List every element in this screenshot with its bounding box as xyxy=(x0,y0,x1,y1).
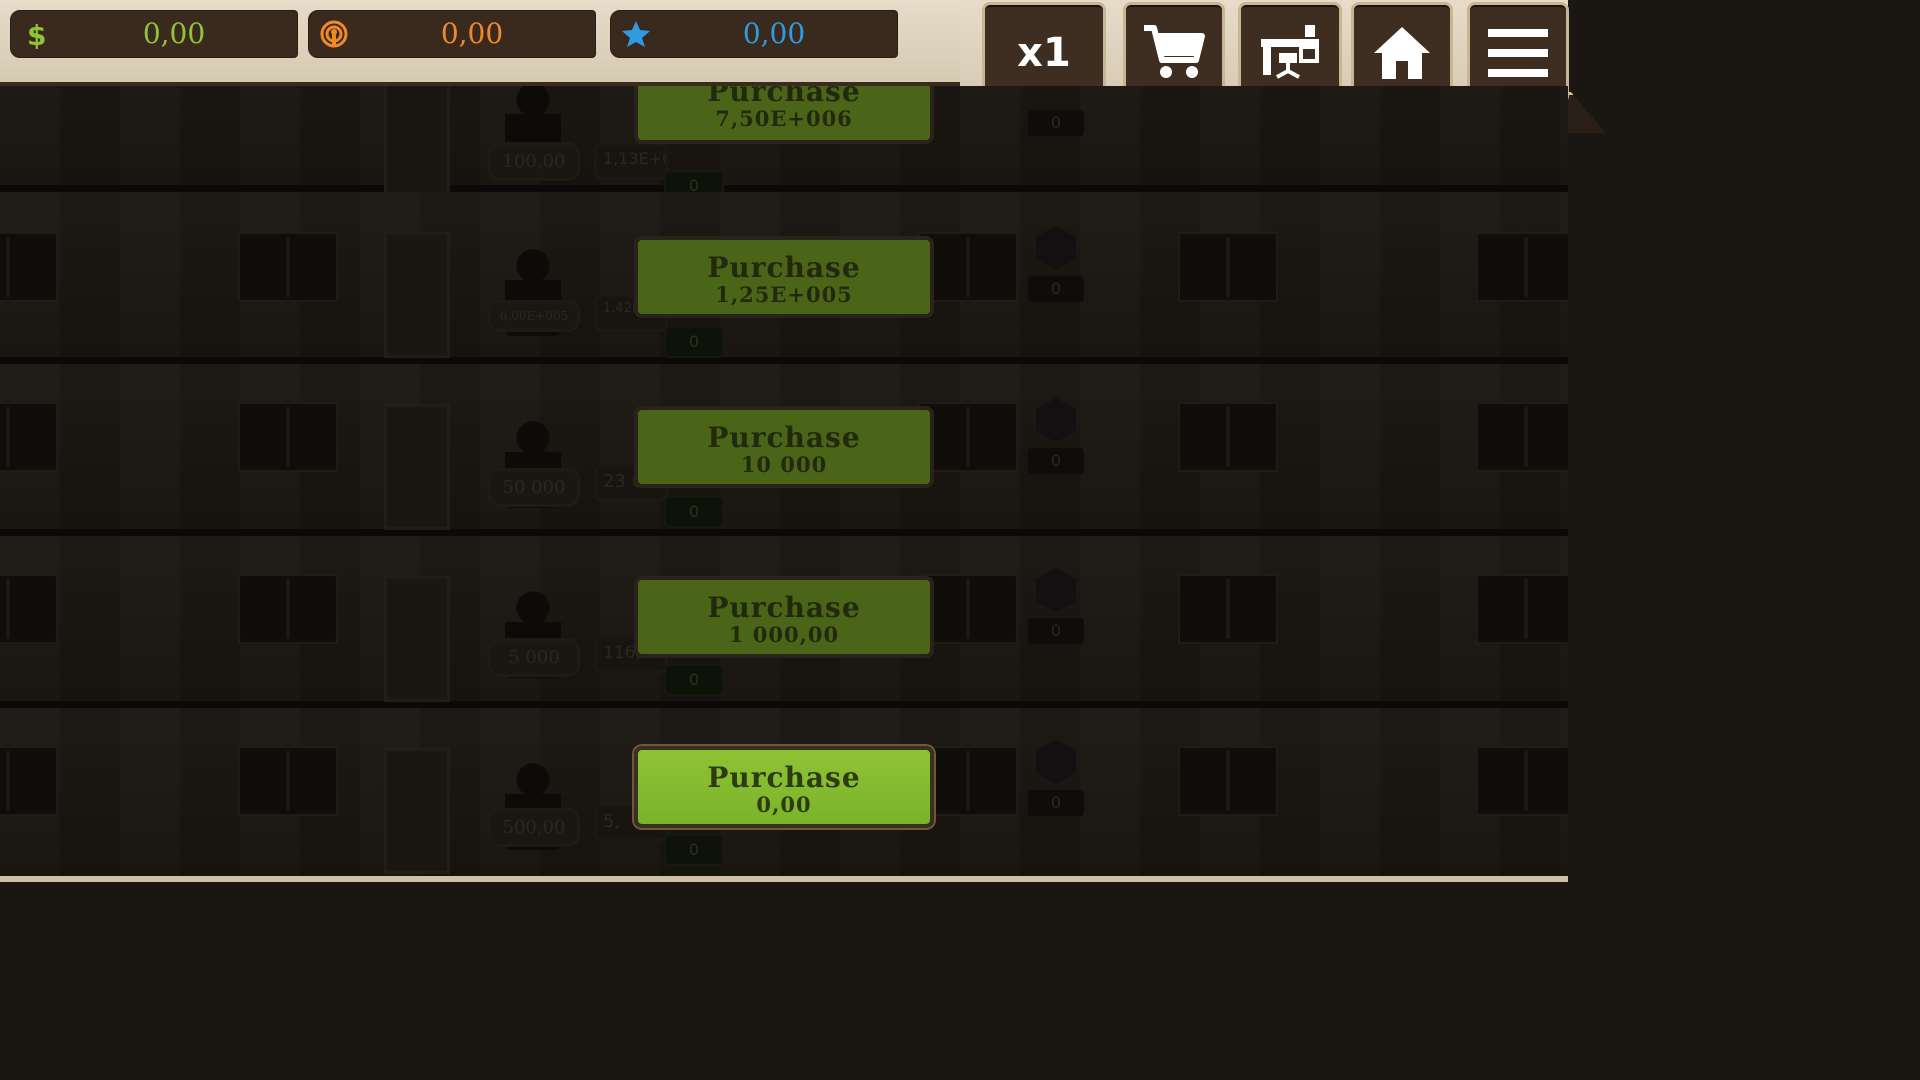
lock-count: 0 xyxy=(1028,790,1084,816)
desk-chair-icon xyxy=(1261,25,1319,79)
window xyxy=(1180,404,1276,470)
door xyxy=(384,404,450,530)
window xyxy=(1180,576,1276,642)
floor-lock: 0 xyxy=(1028,110,1084,190)
window xyxy=(920,404,1016,470)
window xyxy=(1478,404,1568,470)
stars-value: 0,00 xyxy=(742,17,806,50)
cost-label: 100,00 xyxy=(488,142,580,181)
multiplier-label: x1 xyxy=(1017,30,1071,76)
lock-count: 0 xyxy=(1028,448,1084,474)
purchase-price: 10 000 xyxy=(740,452,828,477)
floor-level: 0 xyxy=(664,664,724,696)
money-value: 0,00 xyxy=(142,17,206,50)
hamburger-menu-icon xyxy=(1488,29,1548,77)
cost-label: 50 000 xyxy=(488,468,580,507)
purchase-button[interactable]: Purchase 10 000 xyxy=(634,406,934,488)
lock-count: 0 xyxy=(1028,618,1084,644)
door xyxy=(384,748,450,874)
window xyxy=(920,234,1016,300)
purchase-title: Purchase xyxy=(707,591,861,624)
window xyxy=(1478,234,1568,300)
purchase-title: Purchase xyxy=(707,761,861,794)
floor-level: 0 xyxy=(664,834,724,866)
lock-icon xyxy=(1036,226,1076,270)
lock-icon xyxy=(1036,740,1076,784)
lock-icon xyxy=(1036,398,1076,442)
influence-value: 0,00 xyxy=(440,17,504,50)
purchase-price: 1,25E+005 xyxy=(715,282,853,307)
floor-lock: 0 xyxy=(1028,398,1084,478)
purchase-button[interactable]: Purchase 1,25E+005 xyxy=(634,236,934,318)
door xyxy=(384,232,450,358)
income-label: 1,13E+006 xyxy=(594,142,668,180)
floor-lock: 0 xyxy=(1028,568,1084,648)
window xyxy=(0,404,56,470)
window xyxy=(0,576,56,642)
window xyxy=(240,748,336,814)
top-bar: $ 0,00 0,00 0,00 xyxy=(0,0,1000,86)
lock-count: 0 xyxy=(1028,276,1084,302)
purchase-title: Purchase xyxy=(707,86,861,108)
dollar-icon: $ xyxy=(27,19,46,49)
floor-lock: 0 xyxy=(1028,226,1084,306)
purchase-button[interactable]: Purchase 7,50E+006 xyxy=(634,86,934,144)
cart-icon xyxy=(1144,25,1205,78)
cost-label: 6,00E+005 xyxy=(488,300,580,332)
floor-level: 0 xyxy=(664,326,724,358)
bottom-border xyxy=(0,876,1568,882)
building-view[interactable]: 100,00 1,13E+006 0 0 Purchase 7,50E+006 … xyxy=(0,86,1568,876)
purchase-title: Purchase xyxy=(707,421,861,454)
signal-icon xyxy=(320,20,348,48)
purchase-button[interactable]: Purchase 0,00 xyxy=(634,746,934,828)
cost-label: 5 000 xyxy=(488,638,580,677)
floor-lock: 0 xyxy=(1028,740,1084,820)
window xyxy=(1180,748,1276,814)
window xyxy=(1478,748,1568,814)
window xyxy=(1180,234,1276,300)
influence-counter: 0,00 xyxy=(308,10,596,58)
stars-counter: 0,00 xyxy=(610,10,898,58)
purchase-price: 7,50E+006 xyxy=(715,105,853,131)
purchase-title: Purchase xyxy=(707,251,861,284)
window xyxy=(0,748,56,814)
purchase-price: 1 000,00 xyxy=(728,622,840,647)
svg-text:$: $ xyxy=(27,19,46,49)
window xyxy=(1478,576,1568,642)
purchase-price: 0,00 xyxy=(756,792,812,817)
window xyxy=(0,234,56,300)
window xyxy=(920,748,1016,814)
window xyxy=(240,234,336,300)
lock-count: 0 xyxy=(1028,110,1084,136)
window xyxy=(240,576,336,642)
money-counter: $ 0,00 xyxy=(10,10,298,58)
door xyxy=(384,576,450,702)
floor-level: 0 xyxy=(664,496,724,528)
window xyxy=(240,404,336,470)
door xyxy=(384,86,450,206)
star-icon xyxy=(622,21,650,47)
purchase-button[interactable]: Purchase 1 000,00 xyxy=(634,576,934,658)
home-icon xyxy=(1374,27,1430,79)
lock-icon xyxy=(1036,568,1076,612)
cost-label: 500,00 xyxy=(488,808,580,847)
window xyxy=(920,576,1016,642)
